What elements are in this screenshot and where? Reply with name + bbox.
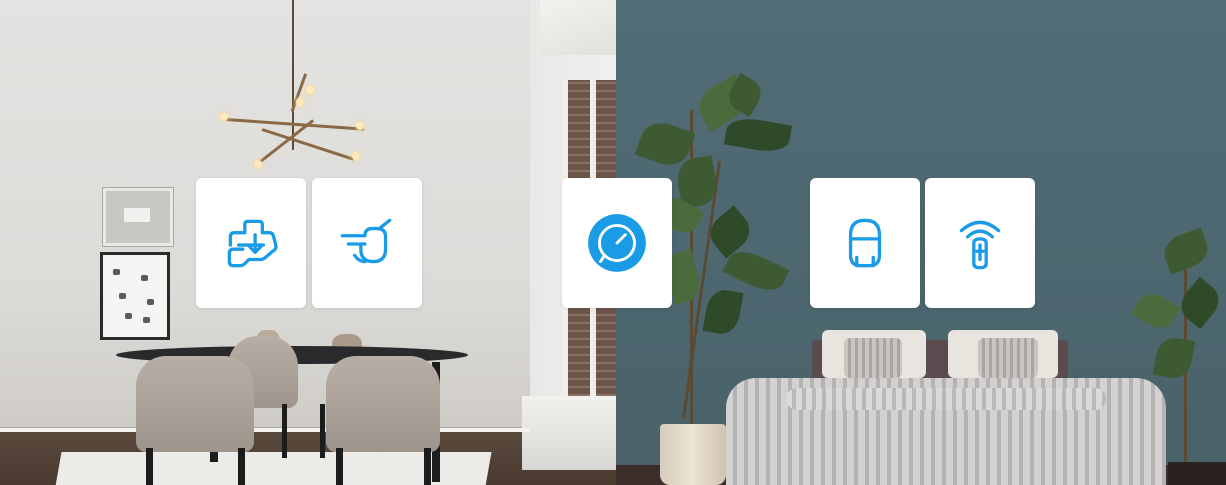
nightstand (1168, 462, 1226, 485)
chair (326, 356, 440, 452)
device-card-remote[interactable] (925, 178, 1035, 308)
wall-frame-art (100, 252, 170, 340)
device-card-motion[interactable] (810, 178, 920, 308)
wireless-remote-icon (959, 220, 1001, 270)
cleaning-device-icon (227, 219, 278, 268)
device-card-sensor[interactable] (562, 178, 672, 308)
bedroom-background (616, 0, 1226, 485)
device-card-cleaning[interactable] (196, 178, 306, 308)
motion-sensor-icon (848, 218, 882, 268)
chandelier-cord (292, 0, 294, 150)
kettle-icon (340, 218, 392, 264)
crown-molding (540, 0, 616, 55)
window-bench (522, 396, 616, 470)
wall-frame (103, 188, 173, 246)
baseboard (0, 428, 530, 432)
pillow-striped (844, 338, 902, 378)
chair (136, 356, 254, 452)
plant-pot (660, 424, 726, 485)
round-sensor-icon (588, 214, 646, 272)
pillow-striped (978, 338, 1038, 378)
striped-duvet (726, 378, 1166, 485)
dining-room-background (0, 0, 616, 485)
device-card-kettle[interactable] (312, 178, 422, 308)
